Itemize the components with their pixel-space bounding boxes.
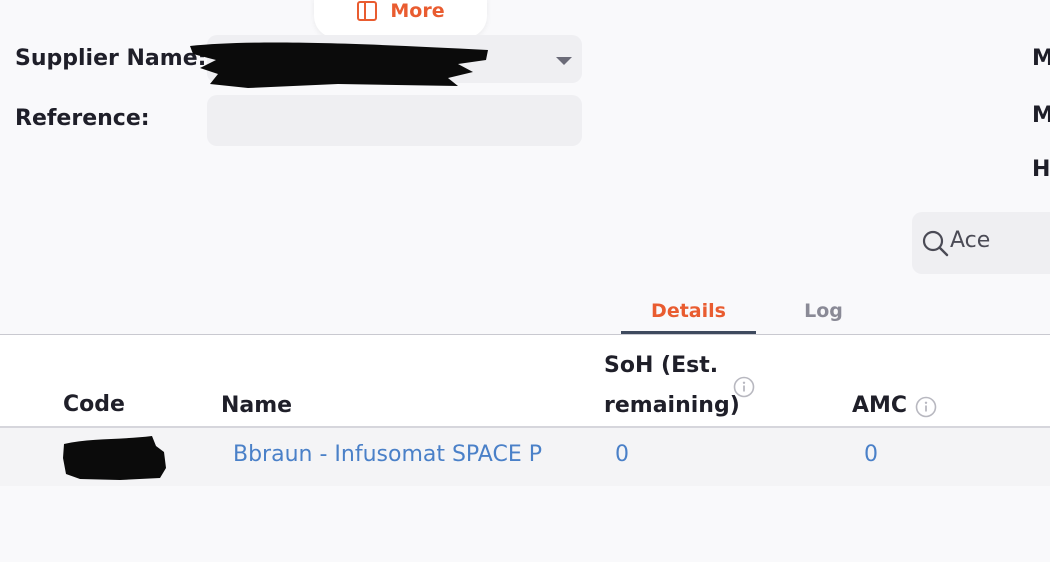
redaction-mark <box>190 42 488 88</box>
column-header-name[interactable]: Name <box>221 386 292 426</box>
cell-name[interactable]: Bbraun - Infusomat SPACE P <box>233 442 542 467</box>
info-icon[interactable] <box>915 396 937 422</box>
reference-label: Reference: <box>15 106 150 131</box>
search-icon <box>922 230 950 262</box>
chevron-down-icon <box>556 57 572 65</box>
column-header-amc[interactable]: AMC <box>852 386 907 426</box>
cell-soh: 0 <box>615 442 629 467</box>
tab-log[interactable]: Log <box>756 300 891 322</box>
reference-input[interactable] <box>207 95 582 146</box>
column-header-soh-line1: SoH (Est. <box>604 353 719 378</box>
column-header-code[interactable]: Code <box>63 385 125 425</box>
column-header-soh-line2: remaining) <box>604 393 740 418</box>
info-icon[interactable] <box>733 376 755 402</box>
cell-amc: 0 <box>864 442 878 467</box>
more-button-label: More <box>390 0 445 22</box>
search-input[interactable] <box>950 226 1050 254</box>
right-edge-label-3: H <box>1032 157 1050 182</box>
supplier-name-label: Supplier Name: <box>15 46 207 71</box>
table-row[interactable]: Bbraun - Infusomat SPACE P 0 0 <box>0 428 1050 486</box>
column-header-soh[interactable]: SoH (Est. remaining) <box>604 346 740 426</box>
more-button[interactable]: More <box>314 0 487 38</box>
right-edge-label-2: M <box>1032 103 1050 128</box>
search-box[interactable] <box>912 212 1050 274</box>
tab-details[interactable]: Details <box>621 300 756 322</box>
book-icon <box>356 0 378 22</box>
redaction-mark <box>63 436 166 480</box>
right-edge-label-1: M <box>1032 46 1050 71</box>
